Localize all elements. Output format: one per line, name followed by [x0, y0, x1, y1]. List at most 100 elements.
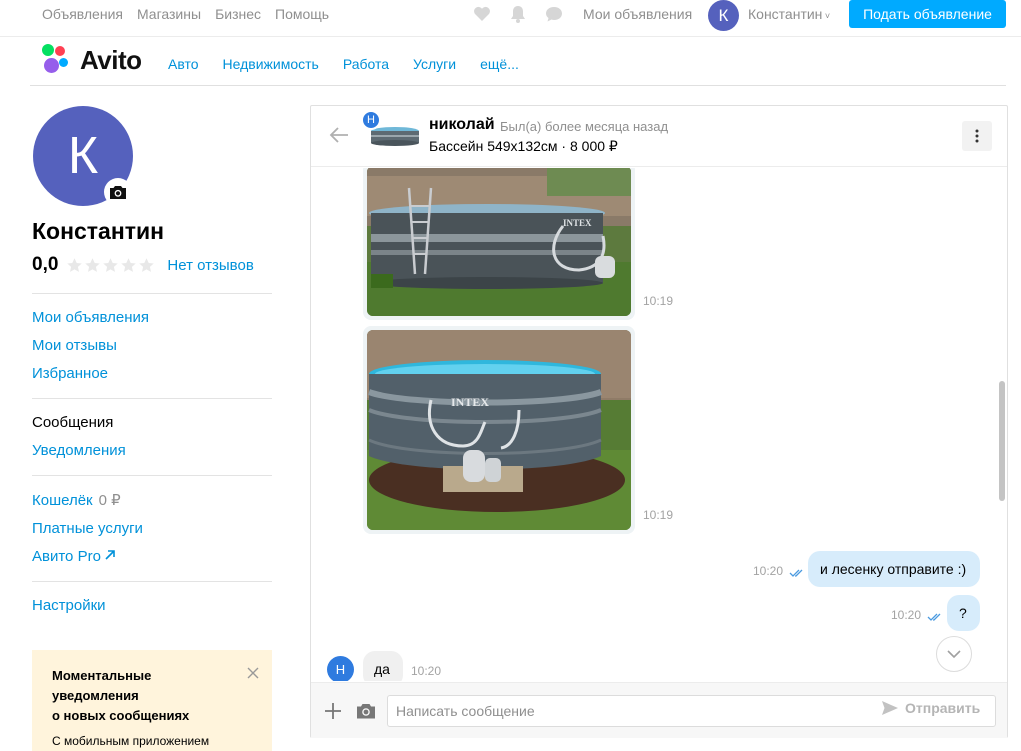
rating-stars: [66, 257, 155, 274]
promo-title-line: уведомления: [52, 688, 139, 703]
sidebar-item-favorites[interactable]: Избранное: [32, 365, 108, 382]
camera-icon[interactable]: [356, 701, 376, 721]
top-divider: [0, 36, 1021, 37]
promo-title-line: о новых сообщениях: [52, 708, 190, 723]
nav-jobs[interactable]: Работа: [343, 56, 389, 72]
star-icon: [67, 257, 83, 272]
image-message[interactable]: INTEX: [363, 326, 635, 534]
message-time: 10:19: [643, 508, 674, 522]
top-link-business[interactable]: Бизнес: [215, 6, 261, 22]
avito-logo[interactable]: Avito: [42, 44, 142, 76]
star-icon: [85, 257, 101, 272]
message-composer: Отправить: [311, 682, 1007, 738]
seller-avatar-badge: Н: [361, 110, 381, 130]
svg-text:INTEX: INTEX: [563, 218, 592, 228]
avito-logo-dots-icon: [42, 44, 74, 76]
message-time: 10:19: [643, 294, 674, 308]
chevron-down-icon: [947, 650, 961, 659]
wallet-label: Кошелёк: [32, 492, 93, 509]
main-nav: Авто Недвижимость Работа Услуги ещё...: [168, 56, 519, 72]
incoming-message[interactable]: да: [363, 651, 403, 681]
nav-more[interactable]: ещё...: [480, 56, 519, 72]
camera-icon: [110, 185, 126, 199]
sidebar-item-avito-pro[interactable]: Авито Pro: [32, 548, 116, 565]
message-time: 10:20: [411, 664, 442, 678]
nav-auto[interactable]: Авто: [168, 56, 199, 72]
message-text: ?: [959, 605, 967, 621]
message-time: 10:20: [753, 564, 784, 578]
sidebar-item-paid-services[interactable]: Платные услуги: [32, 520, 143, 537]
send-button[interactable]: Отправить: [881, 700, 980, 716]
profile-rating: 0,0 Нет отзывов: [32, 254, 254, 276]
top-nav: Объявления Магазины Бизнес Помощь: [42, 6, 329, 22]
message-time: 10:20: [891, 608, 922, 622]
profile-name: Константин: [32, 218, 165, 244]
close-icon[interactable]: [246, 666, 260, 680]
nav-services[interactable]: Услуги: [413, 56, 456, 72]
sidebar-divider: [32, 293, 272, 294]
attach-plus-icon[interactable]: [323, 701, 343, 721]
outgoing-message[interactable]: и лесенку отправите :): [808, 551, 980, 587]
pool-photo: INTEX: [367, 168, 631, 316]
more-vertical-icon: [975, 129, 979, 143]
chat-header: Н николай Был(а) более месяца назад Басс…: [311, 106, 1007, 167]
send-label: Отправить: [905, 700, 981, 716]
chevron-down-icon: ˅: [822, 11, 831, 21]
top-link-ads[interactable]: Объявления: [42, 6, 123, 22]
scrollbar-thumb[interactable]: [999, 381, 1005, 501]
top-link-shops[interactable]: Магазины: [137, 6, 201, 22]
top-icons: [472, 4, 580, 24]
sidebar-item-messages[interactable]: Сообщения: [32, 414, 113, 431]
image-message[interactable]: INTEX: [363, 168, 635, 320]
sender-avatar[interactable]: Н: [327, 656, 354, 681]
sidebar-item-wallet[interactable]: Кошелёк 0 ₽: [32, 491, 121, 509]
chat-icon[interactable]: [544, 4, 564, 24]
post-ad-button[interactable]: Подать объявление: [849, 0, 1006, 28]
sidebar-divider: [32, 581, 272, 582]
user-avatar[interactable]: К: [708, 0, 739, 31]
send-icon: [882, 701, 898, 715]
wallet-balance: 0 ₽: [98, 492, 121, 509]
read-check-icon: [927, 613, 941, 621]
top-link-help[interactable]: Помощь: [275, 6, 329, 22]
chat-menu-button[interactable]: [962, 121, 992, 151]
user-name: Константин: [748, 6, 823, 22]
app-promo-banner: Моментальные уведомления о новых сообщен…: [32, 650, 272, 751]
chat-user-name[interactable]: николай: [429, 116, 495, 134]
sidebar-item-my-ads[interactable]: Мои объявления: [32, 309, 149, 326]
chat-listing-title[interactable]: Бассейн 549x132см · 8 000 ₽: [429, 138, 618, 155]
promo-title-line: Моментальные: [52, 668, 152, 683]
chat-panel: Н николай Был(а) более месяца назад Басс…: [310, 105, 1008, 738]
promo-title: Моментальные уведомления о новых сообщен…: [52, 666, 252, 726]
bell-icon[interactable]: [508, 4, 528, 24]
sidebar-divider: [32, 398, 272, 399]
star-icon: [139, 257, 155, 272]
nav-realty[interactable]: Недвижимость: [223, 56, 319, 72]
my-ads-link[interactable]: Мои объявления: [583, 6, 692, 22]
top-bar: Объявления Магазины Бизнес Помощь Мои об…: [0, 0, 1021, 31]
svg-text:INTEX: INTEX: [451, 395, 489, 409]
sidebar-item-settings[interactable]: Настройки: [32, 597, 106, 614]
chat-user-status: Был(а) более месяца назад: [500, 119, 669, 134]
star-icon: [103, 257, 119, 272]
sidebar-item-notifications[interactable]: Уведомления: [32, 442, 126, 459]
sidebar-divider: [32, 475, 272, 476]
sidebar-item-my-reviews[interactable]: Мои отзывы: [32, 337, 117, 354]
read-check-icon: [789, 569, 803, 577]
message-list[interactable]: INTEX 10:19 INTEX 10:19 10:20 и лесенку …: [311, 168, 997, 681]
change-photo-button[interactable]: [104, 178, 132, 206]
no-reviews-link[interactable]: Нет отзывов: [167, 257, 253, 274]
user-menu[interactable]: Константин ˅: [748, 6, 830, 22]
pool-photo: INTEX: [367, 330, 631, 530]
external-link-icon: [105, 550, 115, 560]
avito-pro-label: Авито Pro: [32, 548, 101, 565]
logo-text: Avito: [80, 44, 142, 75]
header-divider: [30, 85, 1006, 86]
scroll-to-bottom-button[interactable]: [936, 636, 972, 672]
outgoing-message[interactable]: ?: [947, 595, 980, 631]
star-icon: [121, 257, 137, 272]
heart-icon[interactable]: [472, 4, 492, 24]
message-text: и лесенку отправите :): [820, 561, 967, 577]
back-arrow-icon[interactable]: [329, 126, 349, 144]
message-text: да: [374, 661, 390, 677]
